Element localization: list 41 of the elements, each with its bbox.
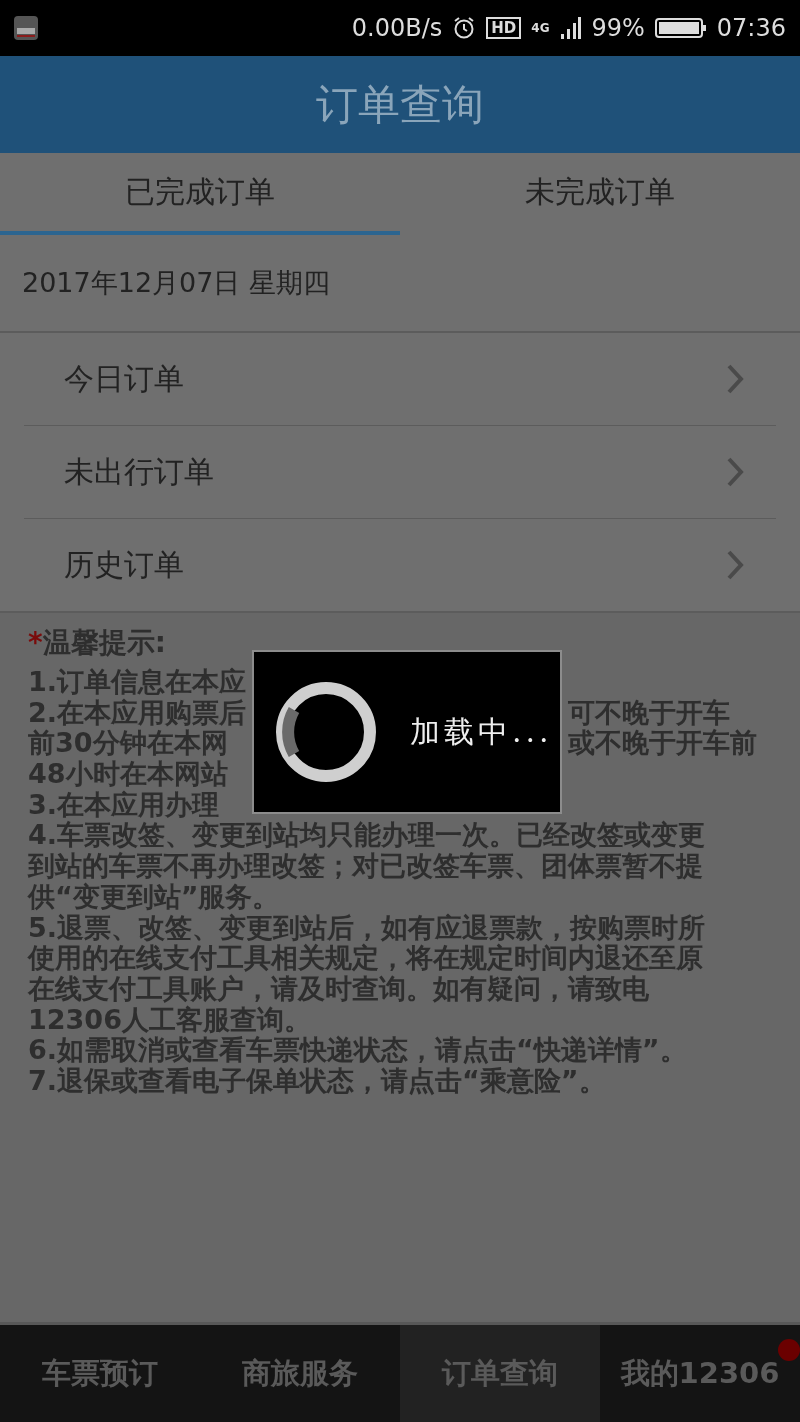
notice-text: 12306人工客服查询。 <box>28 1004 311 1036</box>
network-type: 4G <box>531 21 550 35</box>
signal-icon <box>559 16 582 40</box>
notice-text: 1.订单信息在本应 <box>28 667 248 698</box>
chevron-icon <box>726 549 744 581</box>
chevron-icon <box>726 456 744 488</box>
order-list-item[interactable]: 历史订单 <box>24 519 776 611</box>
spinner-icon <box>274 680 378 784</box>
nav-tab[interactable]: 商旅服务 <box>200 1325 400 1422</box>
notice-text: 可不晚于开车 <box>568 697 730 729</box>
notice-title: 温馨提示: <box>42 626 166 659</box>
nav-tab[interactable]: 我的12306 <box>600 1325 800 1422</box>
nav-tab[interactable]: 订单查询 <box>400 1325 600 1422</box>
notice-text: 7.退保或查看电子保单状态，请点击“乘意险”。 <box>28 1065 606 1097</box>
battery-percent: 99% <box>591 14 645 42</box>
hd-badge: HD <box>486 17 522 39</box>
notice-text: 前30分钟在本网 <box>28 728 229 760</box>
date-label: 2017年12月07日 星期四 <box>22 266 330 300</box>
battery-icon <box>654 16 707 40</box>
notice-text: 48小时在本网站 <box>28 759 229 790</box>
notice-text: 3.在本应用办理 <box>28 789 221 820</box>
notice-text: 到站的车票不再办理改签；对已改签车票、团体票暂不提 <box>28 851 703 882</box>
notice-text: 5.退票、改签、变更到站后，如有应退票款，按购票时所 <box>28 912 706 943</box>
notice-text: 在线支付工具账户，请及时查询。如有疑问，请致电 <box>28 973 649 1005</box>
page-title: 订单查询 <box>316 78 484 131</box>
notice-text: 2.在本应用购票后 <box>28 697 248 729</box>
clock: 07:36 <box>716 14 786 42</box>
order-list-item[interactable]: 未出行订单 <box>24 426 776 519</box>
nav-tab[interactable]: 车票预订 <box>0 1325 200 1422</box>
notice-text: 使用的在线支付工具相关规定，将在规定时间内退还至原 <box>28 943 703 974</box>
chevron-icon <box>726 363 744 395</box>
notice-text: 或不晚于开车前 <box>568 728 757 760</box>
notice-text: 供“变更到站”服务。 <box>28 881 280 913</box>
notice-text: 6.如需取消或查看车票快递状态，请点击“快递详情”。 <box>28 1035 687 1066</box>
notice-text: 4.车票改签、变更到站均只能办理一次。已经改签或变更 <box>28 820 706 852</box>
network-speed: 0.00B/s <box>351 14 443 42</box>
order-tab[interactable]: 未完成订单 <box>400 153 800 235</box>
required-mark: * <box>28 626 43 659</box>
app-icon <box>14 16 38 40</box>
loading-text: 加载中... <box>410 712 553 751</box>
order-list-item[interactable]: 今日订单 <box>24 333 776 426</box>
